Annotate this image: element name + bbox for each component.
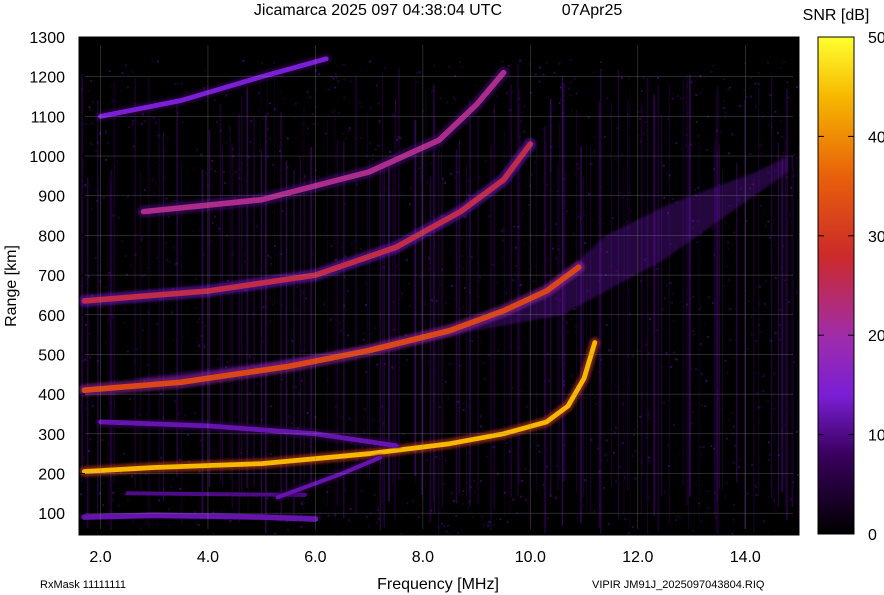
- y-tick-label: 1300: [29, 30, 65, 47]
- colorbar-tick-label: 40: [868, 129, 884, 146]
- file-id-text: VIPIR JM91J_2025097043804.RIQ: [592, 579, 765, 591]
- y-tick-label: 200: [38, 466, 65, 483]
- rx-mask-text: RxMask 11111111: [40, 579, 126, 591]
- y-axis-label: Range [km]: [3, 245, 20, 327]
- y-tick-label: 900: [38, 189, 65, 206]
- x-tick-label: 10.0: [515, 549, 546, 566]
- ionogram-chart: Jicamarca 2025 097 04:38:04 UTC 07Apr25 …: [3, 2, 884, 593]
- x-tick-label: 4.0: [197, 549, 219, 566]
- colorbar-tick-label: 50: [868, 30, 884, 47]
- chart-date: 07Apr25: [562, 2, 623, 19]
- y-tick-label: 600: [38, 308, 65, 325]
- colorbar-tick-label: 20: [868, 328, 884, 345]
- x-tick-label: 14.0: [730, 549, 761, 566]
- colorbar: [817, 36, 855, 535]
- y-tick-label: 1100: [31, 109, 66, 126]
- y-tick-label: 800: [38, 228, 65, 245]
- colorbar-tick-label: 0: [868, 527, 877, 544]
- x-tick-label: 2.0: [89, 549, 111, 566]
- chart-title: Jicamarca 2025 097 04:38:04 UTC: [254, 2, 502, 19]
- x-tick-label: 6.0: [304, 549, 326, 566]
- x-axis-label: Frequency [MHz]: [377, 576, 499, 593]
- y-tick-label: 400: [38, 387, 65, 404]
- x-tick-label: 8.0: [412, 549, 434, 566]
- y-tick-label: 1200: [29, 70, 65, 87]
- echo-trace-7: [79, 509, 322, 526]
- colorbar-tick-label: 10: [868, 428, 884, 445]
- colorbar-tick-label: 30: [868, 229, 884, 246]
- y-tick-label: 500: [38, 347, 65, 364]
- y-tick-label: 300: [38, 427, 65, 444]
- y-tick-label: 700: [38, 268, 65, 285]
- y-tick-label: 1000: [29, 149, 65, 166]
- y-tick-label: 100: [38, 506, 65, 523]
- x-tick-label: 12.0: [622, 549, 653, 566]
- colorbar-label: SNR [dB]: [803, 7, 870, 24]
